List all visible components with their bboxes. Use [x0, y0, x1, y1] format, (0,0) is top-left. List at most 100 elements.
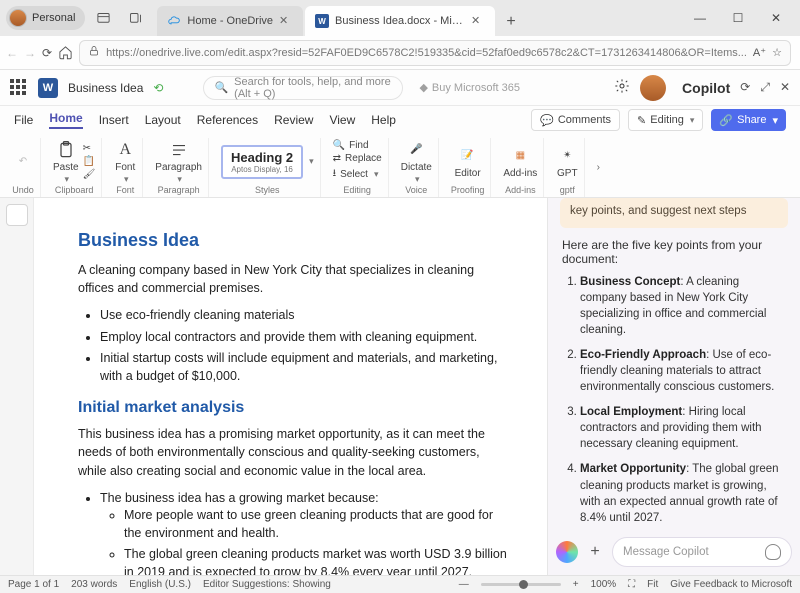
- tab-home[interactable]: Home: [49, 111, 82, 129]
- doc-list: Use eco-friendly cleaning materials Empl…: [100, 307, 507, 385]
- list-item: Business Concept: A cleaning company bas…: [580, 274, 786, 338]
- doc-paragraph: A cleaning company based in New York Cit…: [78, 261, 507, 297]
- status-words[interactable]: 203 words: [71, 579, 117, 590]
- tab-label: Home - OneDrive: [187, 15, 273, 27]
- minimize-button[interactable]: —: [682, 4, 718, 32]
- search-input[interactable]: 🔍 Search for tools, help, and more (Alt …: [203, 76, 403, 100]
- undo-button[interactable]: ↶: [12, 151, 34, 173]
- tab-view[interactable]: View: [329, 113, 355, 127]
- app-header: W Business Idea ⟲ 🔍 Search for tools, he…: [0, 70, 800, 106]
- copilot-context-note: key points, and suggest next steps: [560, 198, 788, 228]
- styles-more[interactable]: [307, 156, 314, 167]
- tab-layout[interactable]: Layout: [145, 113, 181, 127]
- document-canvas[interactable]: Business Idea A cleaning company based i…: [34, 198, 548, 575]
- zoom-out-button[interactable]: —: [459, 579, 469, 590]
- find-button[interactable]: 🔍Find: [333, 140, 382, 151]
- list-item: More people want to use green cleaning p…: [124, 507, 507, 542]
- browser-tab-onedrive[interactable]: Home - OneDrive ✕: [157, 6, 303, 36]
- app-launcher-icon[interactable]: [10, 79, 28, 97]
- settings-icon[interactable]: [614, 78, 630, 97]
- list-item: The business idea has a growing market b…: [100, 490, 507, 575]
- zoom-value[interactable]: 100%: [591, 579, 617, 590]
- tab-help[interactable]: Help: [371, 113, 396, 127]
- fit-label[interactable]: Fit: [647, 579, 658, 590]
- status-editor[interactable]: Editor Suggestions: Showing: [203, 579, 331, 590]
- user-avatar[interactable]: [640, 75, 666, 101]
- tab-review[interactable]: Review: [274, 113, 313, 127]
- paragraph-button[interactable]: Paragraph: [155, 139, 202, 185]
- refresh-button[interactable]: ⟳: [42, 39, 52, 67]
- menu-tabs: File Home Insert Layout References Revie…: [0, 106, 800, 134]
- comments-button[interactable]: 💬Comments: [531, 109, 620, 131]
- copilot-key-points: Business Concept: A cleaning company bas…: [580, 274, 786, 529]
- browser-tab-word[interactable]: W Business Idea.docx - Microsoft W ✕: [305, 6, 495, 36]
- address-bar[interactable]: https://onedrive.live.com/edit.aspx?resi…: [79, 40, 791, 66]
- addins-button[interactable]: ▦Add-ins: [503, 145, 537, 179]
- replace-icon: ⇄: [333, 153, 341, 164]
- word-logo: W: [38, 78, 58, 98]
- workspaces-icon[interactable]: [89, 4, 117, 32]
- replace-button[interactable]: ⇄Replace: [333, 153, 382, 164]
- pencil-icon: ✎: [637, 114, 646, 127]
- clipboard-extra[interactable]: ✂📋🖌: [83, 143, 96, 180]
- doc-paragraph: This business idea has a promising marke…: [78, 425, 507, 479]
- tab-insert[interactable]: Insert: [99, 113, 129, 127]
- dictate-button[interactable]: 🎤Dictate: [401, 139, 432, 185]
- copilot-spark-icon[interactable]: [556, 541, 578, 563]
- zoom-in-button[interactable]: +: [573, 579, 579, 590]
- paste-button[interactable]: Paste: [53, 139, 79, 185]
- close-window-button[interactable]: ✕: [758, 4, 794, 32]
- profile-switcher[interactable]: Personal: [6, 6, 85, 30]
- chevron-down-icon: [688, 114, 695, 126]
- list-item: Eco-Friendly Approach: Use of eco-friend…: [580, 347, 786, 395]
- refresh-panel-icon[interactable]: ⟳: [740, 80, 750, 95]
- cloud-icon: [167, 14, 181, 28]
- status-page[interactable]: Page 1 of 1: [8, 579, 59, 590]
- collections-icon[interactable]: [121, 4, 149, 32]
- close-icon[interactable]: ✕: [279, 14, 293, 28]
- close-icon[interactable]: ✕: [471, 14, 485, 28]
- maximize-button[interactable]: ☐: [720, 4, 756, 32]
- document-title[interactable]: Business Idea: [68, 81, 143, 95]
- style-heading2[interactable]: Heading 2 Aptos Display, 16: [221, 145, 303, 179]
- mic-icon[interactable]: [765, 544, 781, 560]
- list-item: Use eco-friendly cleaning materials: [100, 307, 507, 325]
- list-item: Local Employment: Hiring local contracto…: [580, 404, 786, 452]
- new-tab-button[interactable]: +: [497, 8, 525, 36]
- share-icon: 🔗: [719, 114, 733, 127]
- gpt-button[interactable]: ✴GPT: [556, 145, 578, 179]
- close-panel-icon[interactable]: ✕: [780, 80, 790, 95]
- tab-file[interactable]: File: [14, 113, 33, 127]
- share-button[interactable]: 🔗Share▾: [711, 109, 786, 131]
- address-bar-row: ← → ⟳ https://onedrive.live.com/edit.asp…: [0, 36, 800, 70]
- list-item: The global green cleaning products marke…: [124, 546, 507, 575]
- search-icon: 🔍: [214, 81, 228, 94]
- home-button[interactable]: [58, 39, 73, 67]
- buy-m365-link[interactable]: ◆ Buy Microsoft 365: [419, 81, 520, 94]
- back-button[interactable]: ←: [6, 39, 18, 67]
- editing-mode-button[interactable]: ✎Editing: [628, 109, 703, 131]
- editor-button[interactable]: 📝Editor: [455, 145, 481, 179]
- reader-icon[interactable]: A⁺: [753, 46, 766, 59]
- feedback-link[interactable]: Give Feedback to Microsoft: [670, 579, 792, 590]
- copilot-input-row: + Message Copilot: [548, 529, 800, 575]
- font-button[interactable]: AFont: [114, 139, 136, 185]
- fit-icon[interactable]: ⛶: [628, 579, 635, 590]
- pages-panel-icon[interactable]: [6, 204, 28, 226]
- search-icon: 🔍: [333, 140, 345, 151]
- ribbon: ↶ Undo Paste ✂📋🖌 Clipboard AFont Font Pa…: [0, 134, 800, 198]
- url-text: https://onedrive.live.com/edit.aspx?resi…: [106, 47, 747, 59]
- add-attachment-icon[interactable]: +: [586, 543, 604, 561]
- zoom-slider[interactable]: [481, 583, 561, 586]
- list-item: Market Opportunity: The global green cle…: [580, 461, 786, 525]
- copilot-input[interactable]: Message Copilot: [612, 537, 792, 567]
- expand-panel-icon[interactable]: ⤢: [760, 80, 770, 95]
- tab-label: Business Idea.docx - Microsoft W: [335, 15, 465, 27]
- status-language[interactable]: English (U.S.): [129, 579, 191, 590]
- select-button[interactable]: ⭳Select: [333, 166, 382, 183]
- ribbon-scroll-right[interactable]: ›: [591, 138, 605, 197]
- favorite-icon[interactable]: ☆: [772, 46, 782, 59]
- status-bar: Page 1 of 1 203 words English (U.S.) Edi…: [0, 575, 800, 593]
- tab-references[interactable]: References: [197, 113, 258, 127]
- list-item: Employ local contractors and provide the…: [100, 329, 507, 347]
